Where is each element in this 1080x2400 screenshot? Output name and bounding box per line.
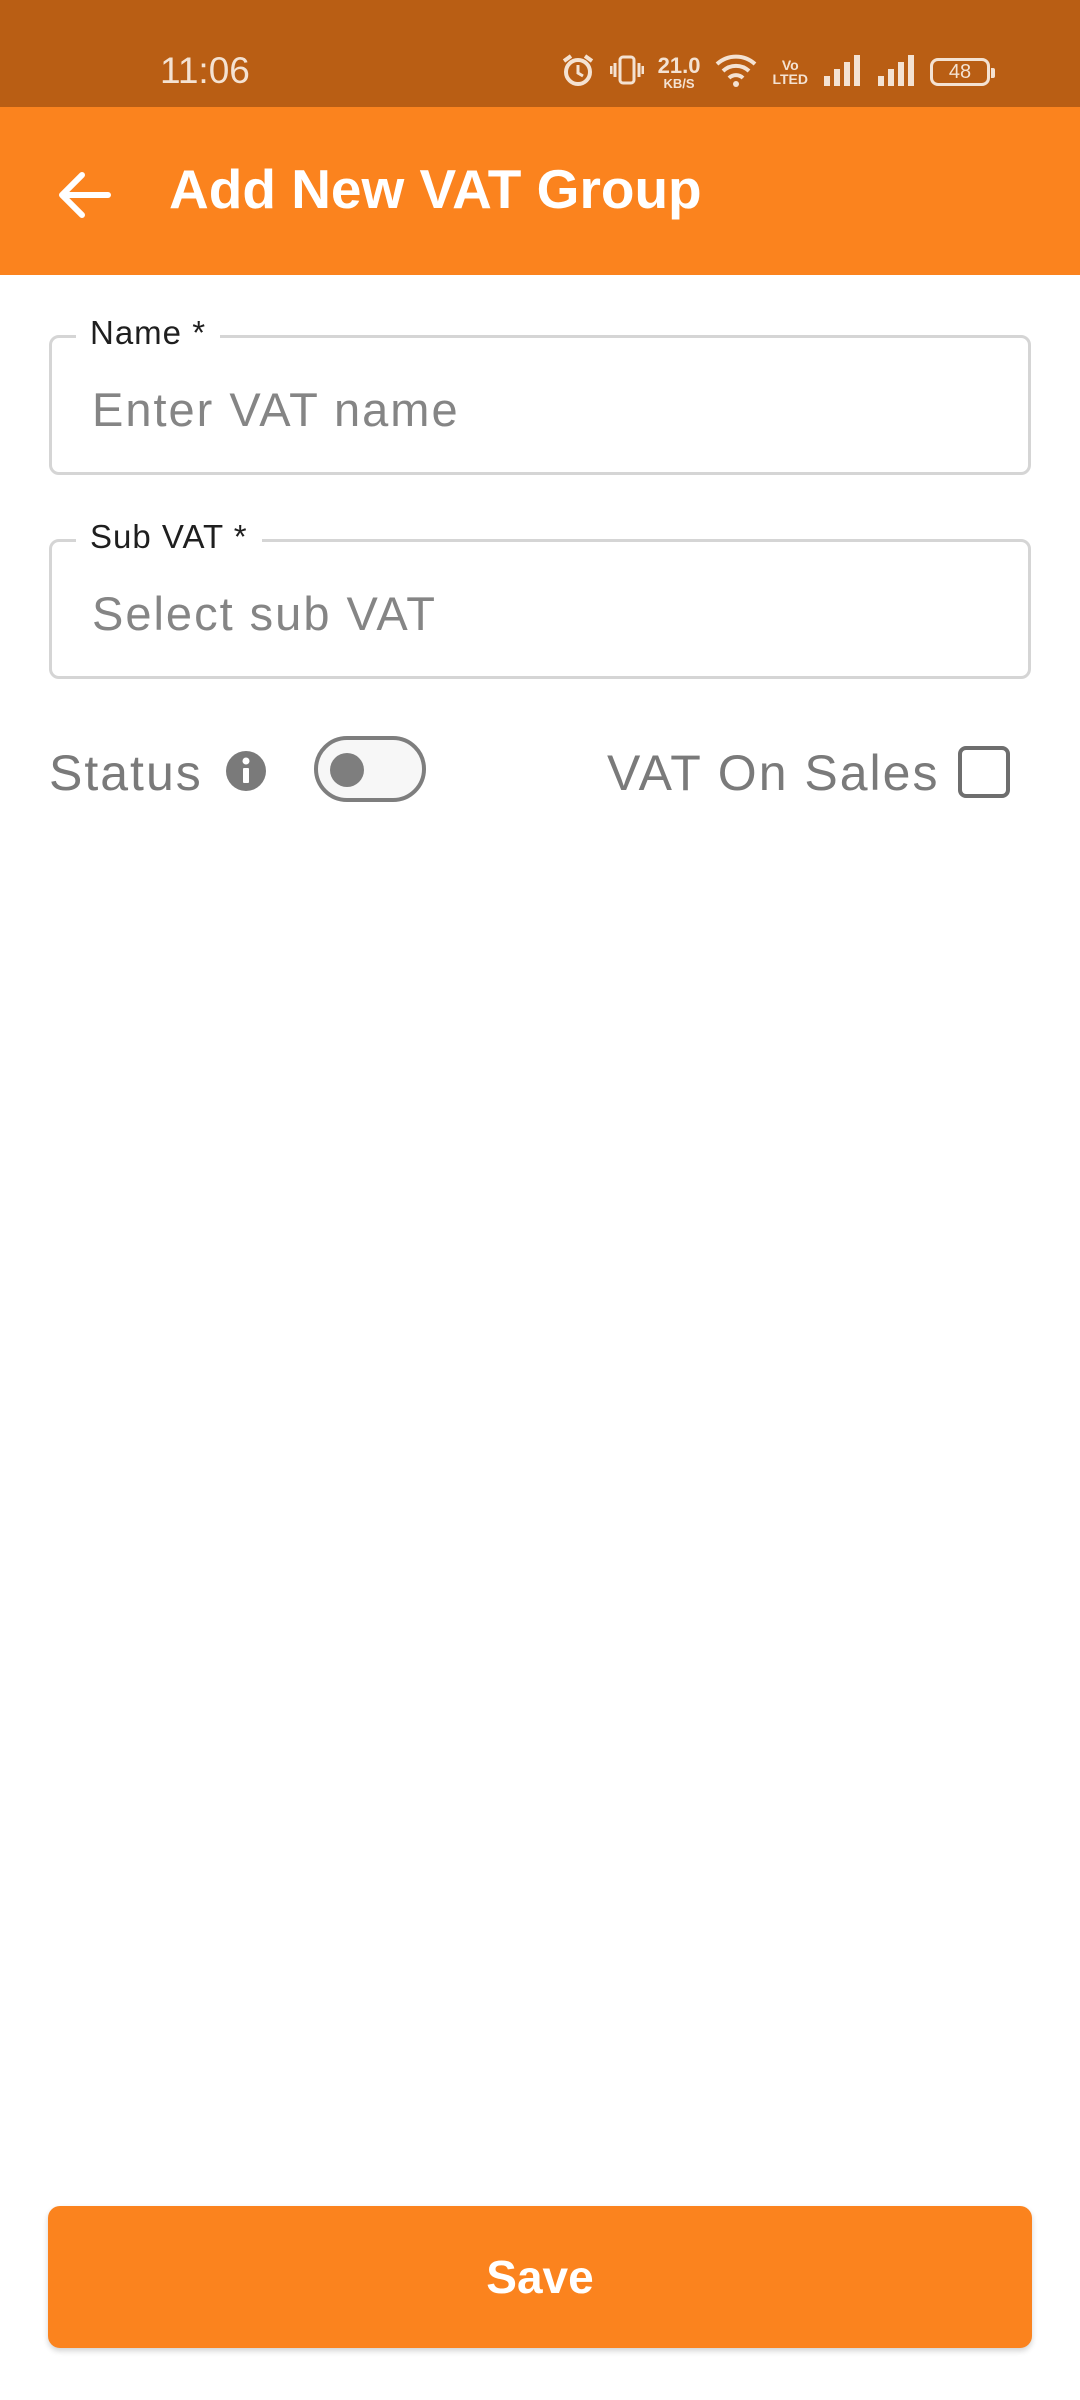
page-title: Add New VAT Group xyxy=(169,158,702,220)
signal-icon xyxy=(822,54,862,91)
system-status-bar: 11:06 21.0 KB/S Vo LTED 48 xyxy=(0,0,1080,107)
status-row: Status VAT On Sales xyxy=(49,730,1031,810)
battery-icon: 48 xyxy=(930,58,995,86)
name-field-label: Name * xyxy=(76,314,221,352)
signal-icon xyxy=(876,54,916,91)
vat-on-sales-checkbox[interactable] xyxy=(958,746,1010,798)
status-toggle[interactable] xyxy=(314,736,426,802)
vibrate-icon xyxy=(609,53,645,92)
wifi-icon xyxy=(714,52,758,93)
save-button[interactable]: Save xyxy=(48,2206,1032,2348)
alarm-icon xyxy=(560,52,596,93)
name-field[interactable]: Name * Enter VAT name xyxy=(49,314,1031,475)
status-time: 11:06 xyxy=(160,50,250,91)
info-icon[interactable] xyxy=(225,750,267,792)
status-label: Status xyxy=(49,745,203,801)
arrow-left-icon xyxy=(59,172,111,218)
sub-vat-field-placeholder: Select sub VAT xyxy=(92,587,437,640)
toggle-knob xyxy=(330,753,364,787)
app-bar: Add New VAT Group xyxy=(0,107,1080,275)
sub-vat-field[interactable]: Sub VAT * Select sub VAT xyxy=(49,518,1031,679)
vat-on-sales-label: VAT On Sales xyxy=(607,745,940,801)
back-button[interactable] xyxy=(52,163,116,227)
net-speed: 21.0 KB/S xyxy=(657,52,701,91)
sub-vat-field-label: Sub VAT * xyxy=(76,518,262,556)
name-field-placeholder: Enter VAT name xyxy=(92,383,460,436)
volte-icon: Vo LTED xyxy=(772,57,808,87)
status-icons: 21.0 KB/S Vo LTED 48 xyxy=(560,50,995,94)
